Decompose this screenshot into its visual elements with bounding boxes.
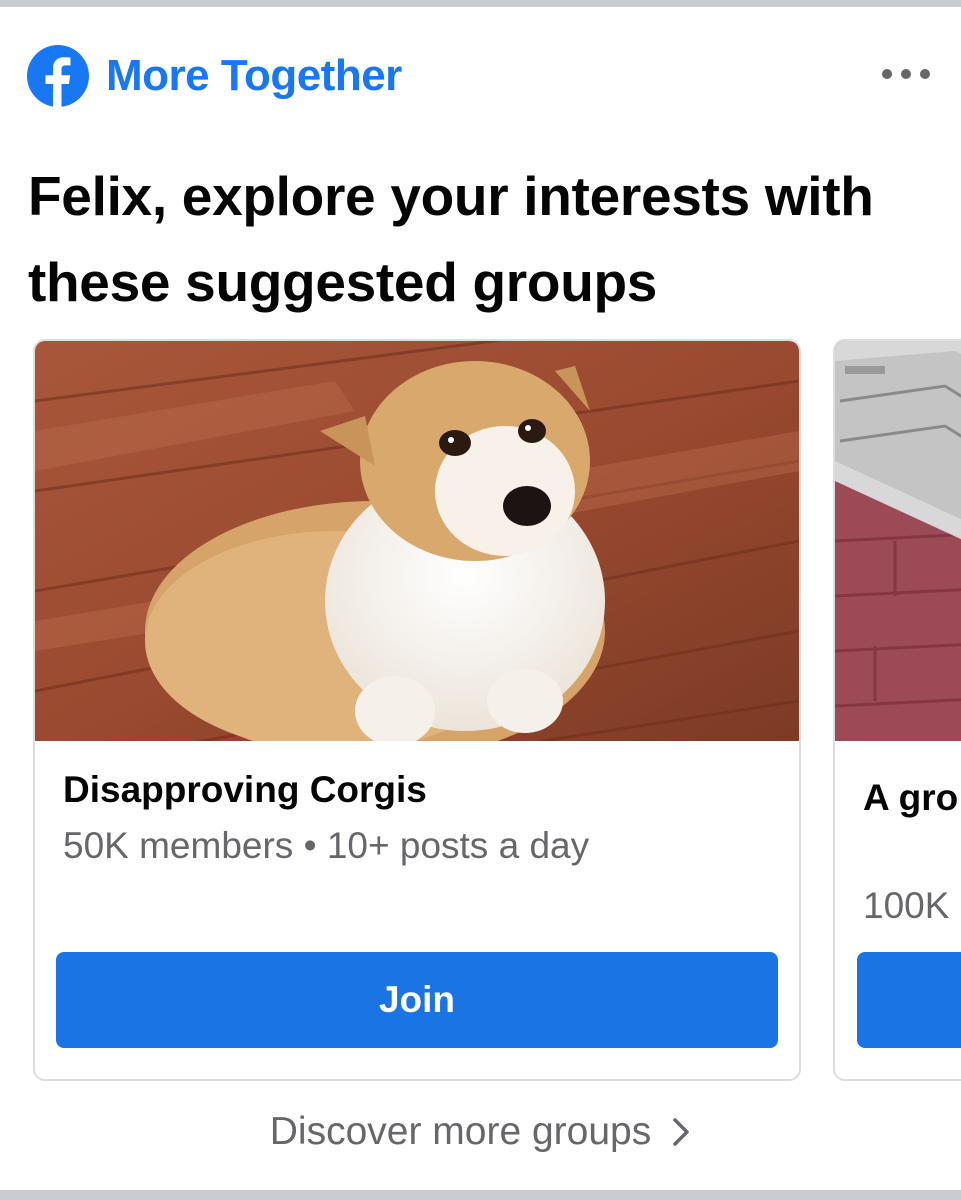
header: More Together — [27, 44, 402, 108]
discover-more-label: Discover more groups — [269, 1110, 652, 1153]
brand-title: More Together — [106, 51, 402, 100]
discover-more-groups-link[interactable]: Discover more groups — [0, 1110, 961, 1154]
headline: Felix, explore your interests with these… — [28, 165, 874, 313]
suggested-groups-panel: More Together Felix, explore your intere… — [0, 0, 961, 1200]
car-photo — [835, 341, 961, 741]
join-button[interactable]: Join — [56, 952, 778, 1048]
group-cover-image — [35, 341, 799, 741]
bottom-divider — [0, 1190, 961, 1200]
group-name[interactable]: Disapproving Corgis — [63, 769, 427, 811]
group-name[interactable]: A gro car ac — [863, 769, 961, 827]
group-cover-image — [835, 341, 961, 741]
group-card[interactable]: A gro car ac 100K — [833, 339, 961, 1081]
join-button[interactable] — [857, 952, 961, 1048]
group-meta: 50K members • 10+ posts a day — [63, 825, 590, 866]
facebook-logo-icon — [27, 45, 89, 107]
group-card[interactable]: Disapproving Corgis 50K members • 10+ po… — [33, 339, 801, 1081]
more-horizontal-icon[interactable] — [876, 58, 936, 90]
top-divider — [0, 0, 961, 7]
group-meta: 100K — [863, 885, 950, 926]
corgi-photo — [35, 341, 799, 741]
chevron-right-icon — [673, 1118, 689, 1146]
